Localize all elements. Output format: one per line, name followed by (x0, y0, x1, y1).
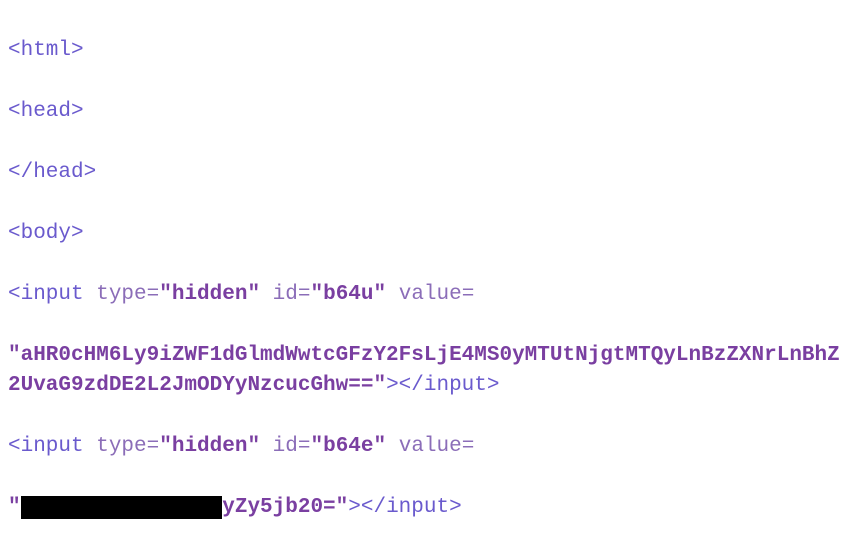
input1-value: "aHR0cHM6Ly9iZWF1dGlmdWwtcGFzY2FsLjE4MS0… (8, 341, 852, 402)
tag-body-open: <body> (8, 222, 84, 245)
input1-line1: <input type="hidden" id="b64u" value= (8, 280, 852, 310)
tag-head-open: <head> (8, 100, 84, 123)
input2-value: " yZy5jb20="></input> (8, 493, 852, 523)
redacted-block (21, 496, 223, 519)
tag-head-close: </head> (8, 161, 96, 184)
input2-line1: <input type="hidden" id="b64e" value= (8, 432, 852, 462)
code-snippet: <html> <head> </head> <body> <input type… (0, 0, 860, 554)
tag-html-open: <html> (8, 39, 84, 62)
